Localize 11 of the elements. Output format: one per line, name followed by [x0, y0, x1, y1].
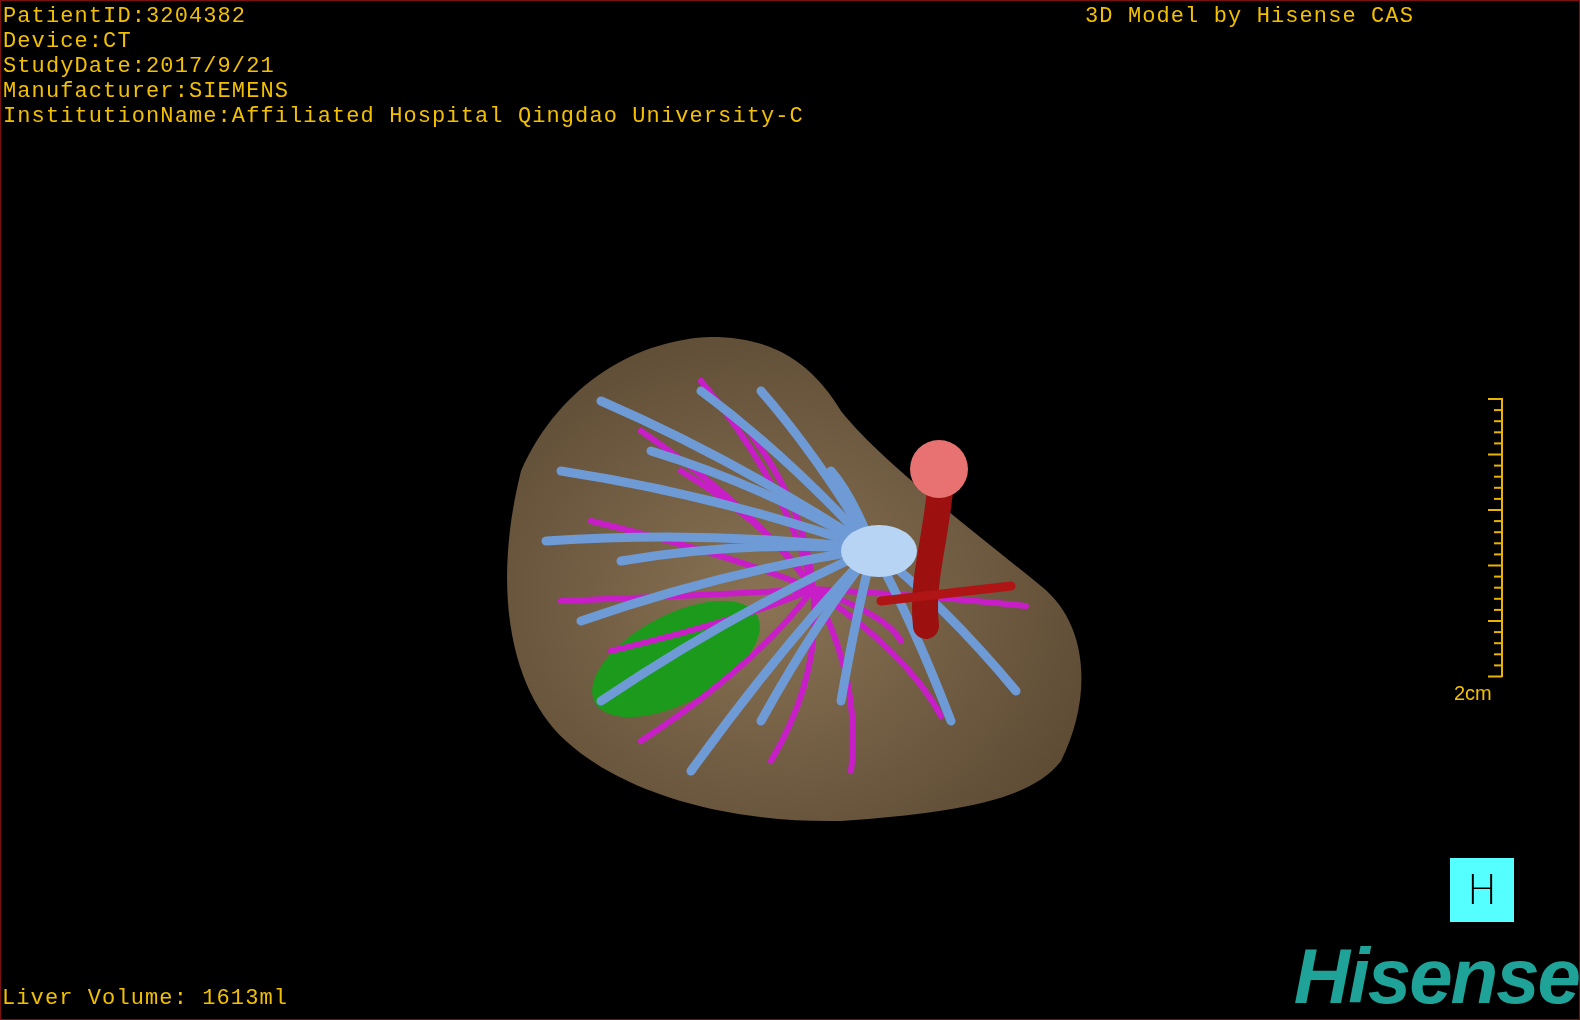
study-info-text: InstitutionName:Affiliated Hospital Qingdao University-C: [3, 104, 804, 129]
study-info-text: Device:CT: [3, 29, 133, 54]
view-orientation-button[interactable]: H: [1450, 858, 1514, 922]
viewer-title: 3D Model by Hisense CAS: [1085, 4, 1414, 29]
liver-model-drawing[interactable]: [507, 337, 1082, 821]
liver-volume-text: Liver Volume: 1613ml: [2, 986, 289, 1011]
study-info-text: PatientID:3204382: [3, 4, 248, 29]
brand-logo: Hisense: [1293, 936, 1579, 1016]
study-info-text: Manufacturer:SIEMENS: [3, 79, 291, 104]
study-info-text: StudyDate:2017/9/21: [3, 54, 276, 79]
scale-label: 2cm: [1454, 681, 1492, 706]
